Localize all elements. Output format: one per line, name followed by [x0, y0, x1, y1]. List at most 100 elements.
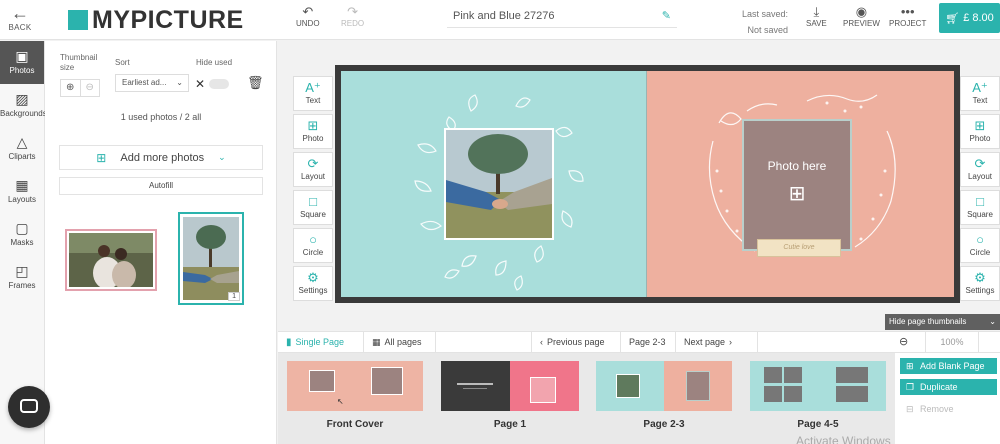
tool-layout-left[interactable]: ⟳ Layout	[293, 152, 333, 187]
shapes-icon: △	[16, 134, 28, 150]
remove-button[interactable]: ⊟ Remove	[900, 401, 997, 417]
project-button[interactable]: ••• PROJECT	[889, 5, 926, 29]
add-photo-icon: ⊞	[974, 118, 986, 133]
thumbnail-size-control: ⊕ ⊖	[60, 79, 100, 97]
placed-photo-hands[interactable]	[444, 128, 554, 240]
canvas-workspace: A⁺ Text ⊞ Photo ⟳ Layout □ Square ○ Circle ⚙ S…	[278, 41, 1000, 331]
back-arrow-icon: ←	[11, 3, 29, 23]
page-4	[750, 361, 818, 411]
thumbnail-label: Page 1	[493, 419, 527, 430]
preview-button[interactable]: ◉ PREVIEW	[843, 4, 880, 29]
rail-label: Backgrounds	[0, 109, 47, 118]
activate-windows-watermark: Activate Windows	[796, 434, 891, 444]
autofill-button[interactable]: Autofill	[59, 177, 263, 195]
pink-page	[510, 361, 579, 411]
photo-placeholder[interactable]: Photo here ⊞	[742, 119, 852, 251]
eye-icon: ◉	[855, 4, 868, 19]
tool-settings-right[interactable]: ⚙ Settings	[960, 266, 1000, 301]
redo-icon: ↷	[347, 4, 359, 19]
rail-item-layouts[interactable]: ▦ Layouts	[0, 170, 44, 213]
current-page-label: Page 2-3	[629, 337, 666, 347]
zoom-value[interactable]: 100%	[925, 332, 979, 353]
thumbnail-page-2-3[interactable]	[596, 361, 732, 411]
page-photo-slot	[836, 367, 868, 383]
back-label: BACK	[8, 23, 32, 32]
back-button[interactable]: ← BACK	[0, 0, 40, 40]
tool-circle-left[interactable]: ○ Circle	[293, 228, 333, 263]
page-actions-panel: ⊞ Add Blank Page ❐ Duplicate ⊟ Remove	[895, 353, 1000, 444]
tool-circle-right[interactable]: ○ Circle	[960, 228, 1000, 263]
add-page-icon: ⊞	[906, 361, 914, 371]
undo-icon: ↶	[302, 4, 314, 19]
chevron-down-icon: ⌄	[989, 317, 996, 326]
photobook-spread: Photo here ⊞ Cutie love	[335, 65, 960, 303]
cart-button[interactable]: 🛒︎ £ 8.00	[939, 3, 1000, 33]
rail-item-photos[interactable]: ▣ Photos	[0, 41, 44, 84]
tool-square-left[interactable]: □ Square	[293, 190, 333, 225]
chevron-down-icon: ⌄	[176, 78, 183, 87]
duplicate-button[interactable]: ❐ Duplicate	[900, 379, 997, 395]
save-button[interactable]: ⤓ SAVE	[806, 5, 827, 29]
hide-used-label: Hide used	[196, 58, 233, 67]
thumbnail-front-cover[interactable]: ↖	[287, 361, 423, 411]
previous-page-button[interactable]: ‹ Previous page	[531, 332, 621, 353]
photo-thumbnail[interactable]	[65, 229, 157, 291]
usage-count-badge: 1	[228, 292, 240, 301]
next-page-button[interactable]: Next page ›	[676, 332, 758, 353]
redo-button[interactable]: ↷ REDO	[341, 4, 365, 29]
add-blank-page-button[interactable]: ⊞ Add Blank Page	[900, 358, 997, 374]
single-page-toggle[interactable]: ▮ Single Page	[278, 332, 364, 353]
refresh-icon: ⟳	[307, 156, 319, 171]
thumbnail-label: Page 2-3	[643, 419, 685, 430]
rail-item-frames[interactable]: ◰ Frames	[0, 256, 44, 299]
tool-square-right[interactable]: □ Square	[960, 190, 1000, 225]
page-photo-slot	[616, 374, 640, 398]
rail-label: Cliparts	[8, 152, 36, 161]
tool-photo-left[interactable]: ⊞ Photo	[293, 114, 333, 149]
hide-thumbnails-button[interactable]: Hide page thumbnails ⌄	[885, 314, 1000, 330]
hide-used-toggle[interactable]: ✕	[195, 77, 235, 91]
tool-text-left[interactable]: A⁺ Text	[293, 76, 333, 111]
square-icon: □	[309, 194, 317, 209]
redo-label: REDO	[341, 19, 365, 28]
tool-settings-left[interactable]: ⚙ Settings	[293, 266, 333, 301]
tool-layout-right[interactable]: ⟳ Layout	[960, 152, 1000, 187]
zoom-out-icon[interactable]: ⊖	[81, 80, 100, 96]
trash-icon[interactable]: 🗑︎	[247, 75, 264, 91]
all-pages-toggle[interactable]: ▦ All pages	[364, 332, 436, 353]
tool-label: Square	[300, 210, 326, 219]
rail-item-masks[interactable]: ▢ Masks	[0, 213, 44, 256]
project-title-field[interactable]: Pink and Blue 27276 ✎	[447, 4, 677, 28]
page-photo-slot	[686, 371, 710, 401]
cover-page: ↖	[287, 361, 423, 411]
cover-photo-slot	[309, 370, 335, 392]
thumbnail-page-4-5[interactable]	[750, 361, 886, 411]
photo-thumbnail[interactable]: 1	[178, 212, 244, 305]
left-page[interactable]	[341, 71, 647, 297]
tool-label: Circle	[969, 248, 991, 257]
sort-value: Earliest ad...	[122, 78, 167, 87]
page-photo-slot	[764, 386, 782, 402]
cart-icon: 🛒︎	[945, 12, 960, 25]
logo[interactable]: MYPICTURE	[68, 5, 244, 35]
tool-photo-right[interactable]: ⊞ Photo	[960, 114, 1000, 149]
right-page[interactable]: Photo here ⊞ Cutie love	[647, 71, 954, 297]
edit-pencil-icon[interactable]: ✎	[662, 4, 671, 28]
thumbnail-page-1[interactable]	[441, 361, 579, 411]
rail-item-cliparts[interactable]: △ Cliparts	[0, 127, 44, 170]
add-more-photos-button[interactable]: ⊞ Add more photos ⌄	[59, 145, 263, 170]
background-icon: ▨	[15, 91, 29, 107]
sort-select[interactable]: Earliest ad... ⌄	[115, 74, 189, 92]
logo-text: MYPICTURE	[92, 5, 244, 34]
zoom-in-icon[interactable]: ⊕	[61, 80, 81, 96]
rail-item-backgrounds[interactable]: ▨ Backgrounds	[0, 84, 47, 127]
tool-text-right[interactable]: A⁺ Text	[960, 76, 1000, 111]
hands-tree-photo	[183, 217, 239, 300]
page-2	[596, 361, 664, 411]
rail-label: Layouts	[7, 195, 37, 204]
zoom-out-icon[interactable]: ⊖	[899, 335, 908, 348]
ribbon-banner[interactable]: Cutie love	[757, 239, 841, 257]
undo-button[interactable]: ↶ UNDO	[296, 4, 320, 29]
all-pages-label: All pages	[384, 337, 422, 347]
chat-button[interactable]	[8, 386, 50, 428]
